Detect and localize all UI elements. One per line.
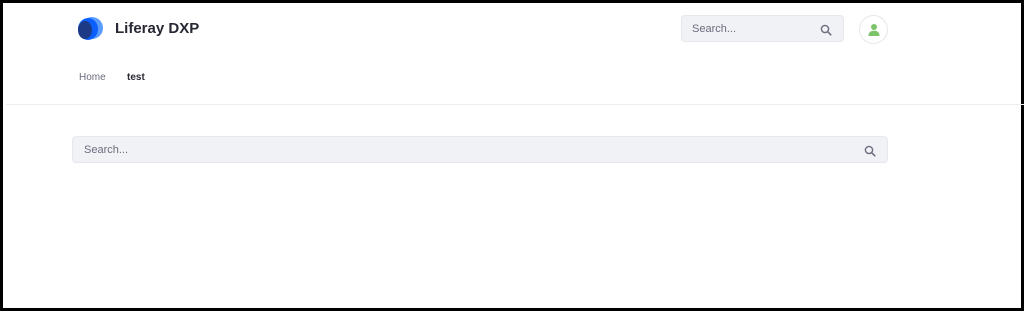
user-icon [868,24,880,36]
main-search-box[interactable] [72,136,888,163]
browser-frame: Liferay DXP Home test [0,0,1024,311]
header-search-box[interactable] [681,15,844,42]
liferay-logo-icon[interactable] [75,15,105,43]
header-divider [6,104,1024,105]
search-icon[interactable] [864,144,876,157]
site-name[interactable]: Liferay DXP [115,19,199,39]
header-search-input[interactable] [692,22,812,36]
user-avatar-button[interactable] [859,15,888,44]
search-icon[interactable] [820,23,832,36]
nav-item-test[interactable]: test [127,71,145,85]
main-search-input[interactable] [84,143,844,157]
nav-item-home[interactable]: Home [79,71,106,85]
